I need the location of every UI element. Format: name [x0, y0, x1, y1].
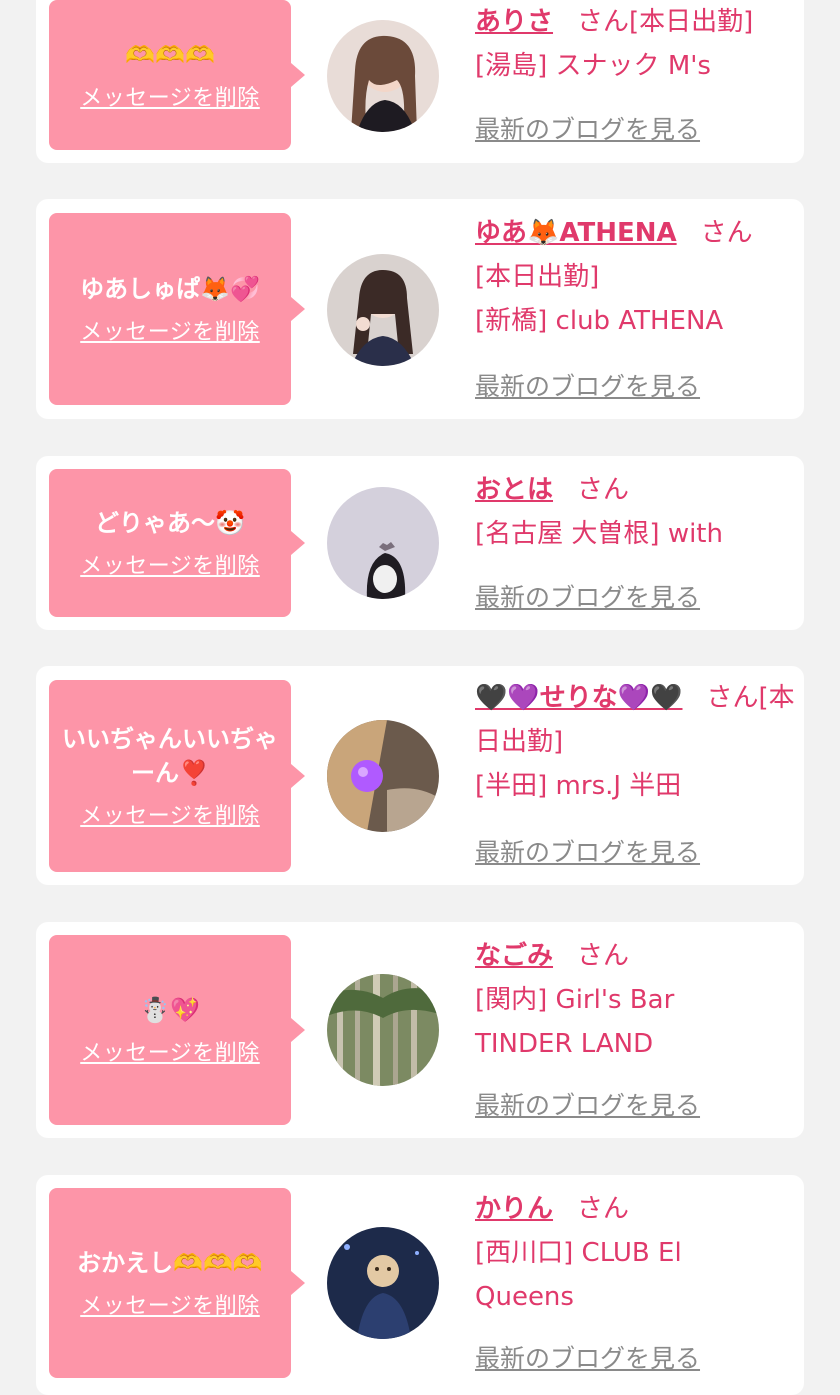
shop-text: [名古屋 大曽根] with	[475, 519, 723, 549]
message-bubble: ゆあしゅぱ🦊💞 メッセージを削除	[49, 213, 305, 405]
status-text: [本日出勤]	[629, 7, 754, 37]
latest-blog-link[interactable]: 最新のブログを見る	[475, 1339, 700, 1375]
message-text: 🫶🫶🫶	[125, 41, 215, 69]
delete-message-link[interactable]: メッセージを削除	[80, 1035, 260, 1067]
delete-message-link[interactable]: メッセージを削除	[80, 80, 260, 112]
shop-text: [西川口] CLUB El	[475, 1238, 682, 1268]
status-text: [本日出勤]	[475, 262, 600, 292]
honorific: さん	[577, 7, 630, 37]
latest-blog-link[interactable]: 最新のブログを見る	[475, 833, 700, 869]
shop-text: [新橋] club ATHENA	[475, 306, 724, 336]
message-text: ☃️💖	[140, 996, 200, 1024]
cast-name-link[interactable]: おとは	[475, 475, 553, 505]
honorific: さん	[706, 683, 759, 713]
honorific: さん	[577, 475, 630, 505]
cast-name-link[interactable]: ゆあ🦊ATHENA	[475, 218, 677, 248]
avatar[interactable]	[327, 254, 439, 366]
delete-message-link[interactable]: メッセージを削除	[80, 1288, 260, 1320]
cast-name-link[interactable]: 🖤💜せりな💜🖤	[475, 683, 683, 713]
message-bubble: いいぢゃんいいぢゃーん❣️ メッセージを削除	[49, 680, 305, 872]
latest-blog-link[interactable]: 最新のブログを見る	[475, 578, 700, 614]
cast-info: なごみ さん [関内] Girl's Bar TINDER LAND	[475, 934, 795, 1066]
cast-info: ゆあ🦊ATHENA さん [本日出勤] [新橋] club ATHENA	[475, 211, 795, 343]
message-bubble: どりゃあ〜🤡 メッセージを削除	[49, 469, 305, 617]
avatar[interactable]	[327, 487, 439, 599]
shop-text: [半田] mrs.J 半田	[475, 771, 682, 801]
honorific: さん	[700, 218, 753, 248]
cast-name-link[interactable]: なごみ	[475, 941, 553, 971]
honorific: さん	[577, 1194, 630, 1224]
delete-message-link[interactable]: メッセージを削除	[80, 314, 260, 346]
shop-text-2: Queens	[475, 1282, 574, 1312]
cast-info: ありさ さん[本日出勤] [湯島] スナック M's	[475, 0, 795, 88]
avatar[interactable]	[327, 1227, 439, 1339]
message-card: 🫶🫶🫶 メッセージを削除 ありさ さん[本日出勤] [湯島] スナック M's 最…	[36, 0, 804, 163]
message-card: おかえし🫶🫶🫶 メッセージを削除 かりん さん [西川口] CLUB El Que…	[36, 1175, 804, 1395]
cast-name-link[interactable]: かりん	[475, 1194, 553, 1224]
latest-blog-link[interactable]: 最新のブログを見る	[475, 1086, 700, 1122]
avatar[interactable]	[327, 974, 439, 1086]
message-card: ☃️💖 メッセージを削除 なごみ さん [関内] Girl's Bar TINDE…	[36, 922, 804, 1138]
cast-info: 🖤💜せりな💜🖤 さん[本日出勤] [半田] mrs.J 半田	[475, 676, 795, 808]
message-card: ゆあしゅぱ🦊💞 メッセージを削除 ゆあ🦊ATHENA さん [本日出勤] [新橋]…	[36, 199, 804, 419]
shop-text: [湯島] スナック M's	[475, 51, 711, 81]
shop-text-2: TINDER LAND	[475, 1029, 654, 1059]
shop-text: [関内] Girl's Bar	[475, 985, 675, 1015]
delete-message-link[interactable]: メッセージを削除	[80, 798, 260, 830]
delete-message-link[interactable]: メッセージを削除	[80, 548, 260, 580]
message-text: おかえし🫶🫶🫶	[77, 1249, 263, 1277]
cast-info: かりん さん [西川口] CLUB El Queens	[475, 1187, 795, 1319]
latest-blog-link[interactable]: 最新のブログを見る	[475, 110, 700, 146]
cast-info: おとは さん [名古屋 大曽根] with	[475, 468, 795, 556]
latest-blog-link[interactable]: 最新のブログを見る	[475, 367, 700, 403]
message-bubble: おかえし🫶🫶🫶 メッセージを削除	[49, 1188, 305, 1378]
message-bubble: ☃️💖 メッセージを削除	[49, 935, 305, 1125]
message-card: いいぢゃんいいぢゃーん❣️ メッセージを削除 🖤💜せりな💜🖤 さん[本日出勤] […	[36, 666, 804, 885]
message-text: いいぢゃんいいぢゃーん❣️	[62, 725, 278, 787]
cast-name-link[interactable]: ありさ	[475, 7, 553, 37]
message-card: どりゃあ〜🤡 メッセージを削除 おとは さん [名古屋 大曽根] with 最新の…	[36, 456, 804, 630]
message-text: ゆあしゅぱ🦊💞	[80, 275, 260, 303]
message-text: どりゃあ〜🤡	[95, 509, 245, 537]
avatar[interactable]	[327, 20, 439, 132]
message-bubble: 🫶🫶🫶 メッセージを削除	[49, 0, 305, 150]
avatar[interactable]	[327, 720, 439, 832]
honorific: さん	[577, 941, 630, 971]
